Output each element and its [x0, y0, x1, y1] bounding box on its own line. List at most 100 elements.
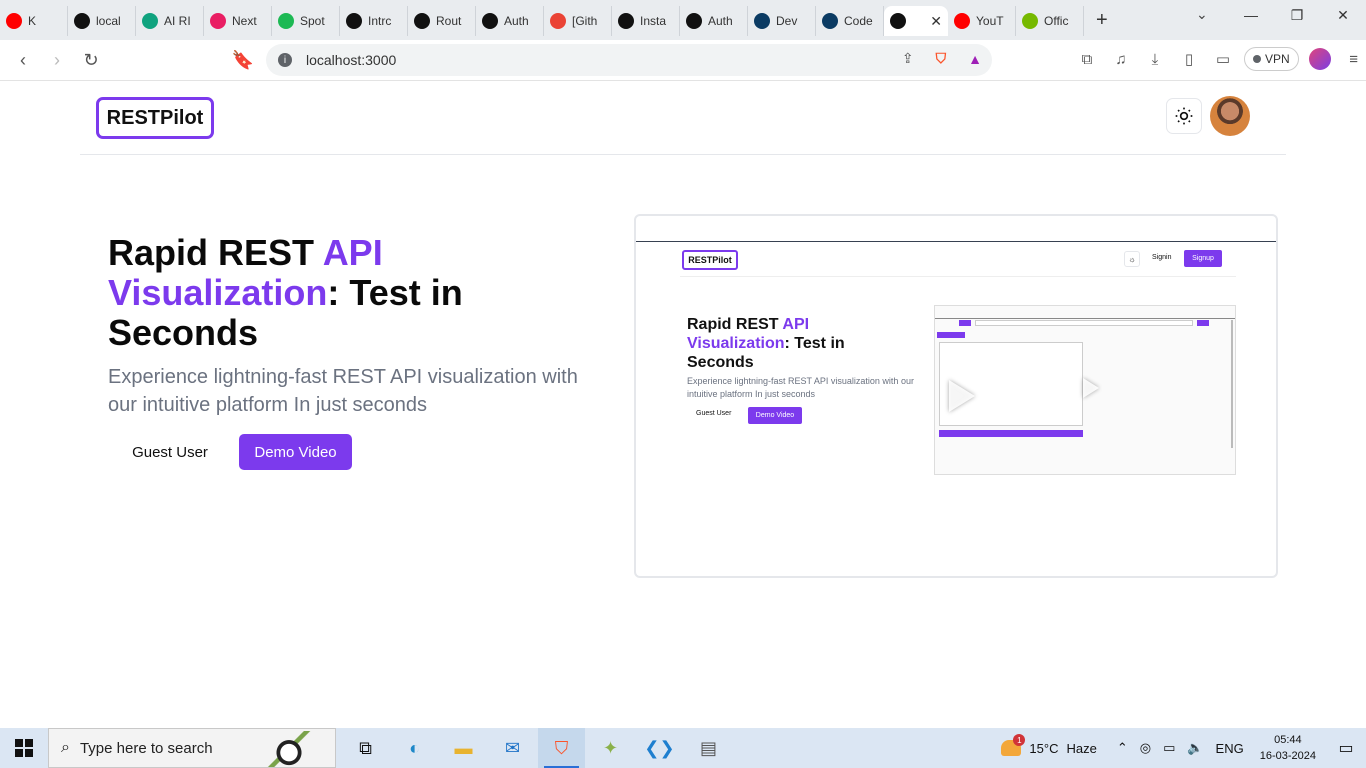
- web-page: RESTPilot Rapid REST API Visualization: …: [0, 81, 1366, 728]
- brave-taskbar-icon[interactable]: ⛉: [538, 728, 585, 768]
- brave-rewards-icon[interactable]: ▲: [968, 51, 982, 67]
- demo-video-button[interactable]: Demo Video: [239, 434, 352, 470]
- site-info-icon[interactable]: i: [278, 53, 292, 67]
- browser-tab-label: Auth: [708, 14, 733, 28]
- volume-icon[interactable]: 🔈: [1187, 740, 1203, 756]
- browser-tab[interactable]: [Gith: [544, 6, 612, 36]
- screenshot-submit-bar: [939, 430, 1083, 437]
- browser-tab[interactable]: Auth: [476, 6, 544, 36]
- notification-icon[interactable]: ▭: [1326, 738, 1366, 758]
- address-bar[interactable]: i localhost:3000 ⇪ ⛉ ▲: [266, 44, 992, 76]
- taskbar-search-box[interactable]: ⌕ Type here to search: [48, 728, 336, 768]
- browser-tab[interactable]: Rout: [408, 6, 476, 36]
- edge-icon[interactable]: ◐: [391, 728, 438, 768]
- search-placeholder: Type here to search: [79, 739, 213, 757]
- weather-widget[interactable]: 1 15°C Haze: [1001, 734, 1097, 756]
- screenshot-send-button: [1197, 320, 1209, 326]
- browser-tab[interactable]: K: [0, 6, 68, 36]
- preview-subtitle: Experience lightning-fast REST API visua…: [687, 376, 914, 399]
- browser-tab[interactable]: AI RI: [136, 6, 204, 36]
- start-button[interactable]: [0, 728, 48, 768]
- share-icon[interactable]: ⇪: [902, 50, 914, 67]
- browser-tab-label: [Gith: [572, 14, 598, 28]
- youtube-icon: [954, 13, 970, 29]
- browser-toolbar: ‹ › ↻ 🔖 i localhost:3000 ⇪ ⛉ ▲ ⧉ ♫ ⤓ ▯ ▭…: [0, 40, 1366, 81]
- wallet-icon[interactable]: ▭: [1210, 44, 1236, 74]
- camera-icon[interactable]: ◎: [1140, 740, 1151, 756]
- media-control-icon[interactable]: ♫: [1108, 44, 1134, 74]
- sidebar-icon[interactable]: ▯: [1176, 44, 1202, 74]
- preview-guest-button: Guest User: [696, 410, 732, 417]
- browser-tab-label: Intrc: [368, 14, 392, 28]
- browser-tab-label: YouT: [976, 14, 1004, 28]
- tray-chevron-icon[interactable]: ⌃: [1117, 740, 1128, 756]
- github-icon: [482, 13, 498, 29]
- network-icon[interactable]: ▭: [1163, 740, 1175, 756]
- clock[interactable]: 05:44 16-03-2024: [1260, 732, 1316, 764]
- user-avatar[interactable]: [1210, 96, 1250, 136]
- vpn-button[interactable]: VPN: [1244, 47, 1299, 71]
- app-icon-2[interactable]: ▤: [685, 728, 732, 768]
- browser-tab[interactable]: YouT: [948, 6, 1016, 36]
- dev-icon: [754, 13, 770, 29]
- mail-icon[interactable]: ✉: [489, 728, 536, 768]
- clock-time: 05:44: [1274, 734, 1302, 746]
- preview-top-border: [636, 241, 1276, 242]
- browser-tab[interactable]: Next: [204, 6, 272, 36]
- close-tab-icon[interactable]: ✕: [930, 13, 942, 30]
- browser-tab[interactable]: Spot: [272, 6, 340, 36]
- tab-search-chevron-icon[interactable]: ⌄: [1196, 6, 1208, 23]
- browser-tab[interactable]: ✕: [884, 6, 948, 36]
- brave-shields-icon[interactable]: ⛉: [936, 50, 947, 67]
- maximize-button[interactable]: ❐: [1274, 0, 1320, 30]
- browser-tab-label: Auth: [504, 14, 529, 28]
- weather-badge: 1: [1013, 734, 1026, 746]
- hero-subtitle: Experience lightning-fast REST API visua…: [108, 366, 578, 416]
- browser-tab[interactable]: local: [68, 6, 136, 36]
- reload-button[interactable]: ↻: [74, 43, 108, 77]
- vscode-icon[interactable]: ❮❯: [636, 728, 683, 768]
- theme-toggle-button[interactable]: [1166, 98, 1202, 134]
- preview-signup: Signup: [1184, 250, 1222, 267]
- task-view-icon[interactable]: ⧉: [342, 728, 389, 768]
- gmail-icon: [550, 13, 566, 29]
- bookmark-icon[interactable]: 🔖: [226, 43, 260, 77]
- screenshot-scrollbar: [1231, 320, 1233, 448]
- extensions-icon[interactable]: ⧉: [1074, 44, 1100, 74]
- menu-icon[interactable]: ≡: [1341, 44, 1366, 74]
- browser-tab[interactable]: Intrc: [340, 6, 408, 36]
- browser-tab[interactable]: Dev: [748, 6, 816, 36]
- hero-title-part1: Rapid REST: [108, 232, 323, 273]
- new-tab-button[interactable]: +: [1096, 9, 1108, 32]
- taskbar-apps: ⧉ ◐ ▬ ✉ ⛉ ✦ ❮❯ ▤: [342, 728, 732, 768]
- github-icon: [686, 13, 702, 29]
- app-logo[interactable]: RESTPilot: [96, 97, 214, 139]
- minimize-button[interactable]: —: [1228, 0, 1274, 30]
- dev-icon: [822, 13, 838, 29]
- profile-icon[interactable]: [1307, 44, 1333, 74]
- browser-tab-label: Insta: [640, 14, 667, 28]
- app-icon[interactable]: ✦: [587, 728, 634, 768]
- preview-header-divider: [680, 276, 1236, 277]
- demo-preview-video[interactable]: RESTPilot ☼ Signin Signup Rapid REST API…: [634, 214, 1278, 578]
- browser-tab-label: local: [96, 14, 121, 28]
- intro-icon: [346, 13, 362, 29]
- browser-tab[interactable]: Offic: [1016, 6, 1084, 36]
- browser-tab[interactable]: Code: [816, 6, 884, 36]
- guest-user-button[interactable]: Guest User: [116, 434, 224, 470]
- back-button[interactable]: ‹: [6, 43, 40, 77]
- browser-tab[interactable]: Insta: [612, 6, 680, 36]
- forward-button[interactable]: ›: [40, 43, 74, 77]
- screenshot-tab-chip: [937, 332, 965, 338]
- language-indicator[interactable]: ENG: [1216, 741, 1244, 756]
- play-icon[interactable]: [949, 380, 975, 412]
- preview-title: Rapid REST API Visualization: Test in Se…: [687, 315, 887, 372]
- hero-title: Rapid REST API Visualization: Test in Se…: [108, 233, 578, 353]
- browser-tab[interactable]: Auth: [680, 6, 748, 36]
- nvidia-icon: [1022, 13, 1038, 29]
- file-explorer-icon[interactable]: ▬: [440, 728, 487, 768]
- close-window-button[interactable]: ✕: [1320, 0, 1366, 30]
- downloads-icon[interactable]: ⤓: [1142, 44, 1168, 74]
- browser-tab-label: K: [28, 14, 37, 28]
- vercel-icon: [890, 13, 906, 29]
